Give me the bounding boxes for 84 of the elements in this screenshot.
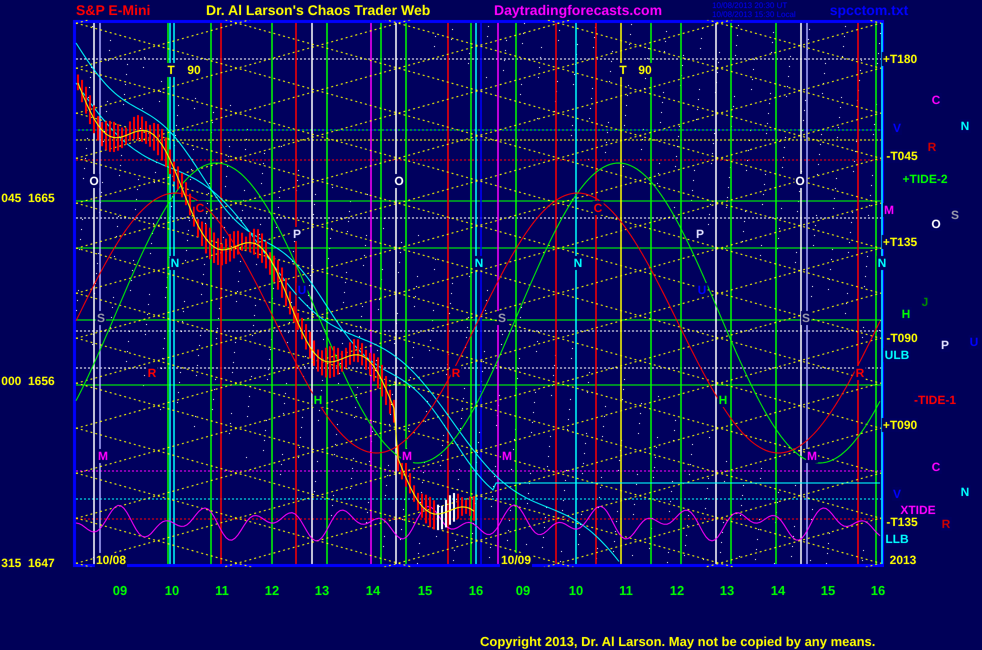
chart-marker-label: M [97, 449, 109, 463]
x-axis-label: 11 [215, 583, 229, 598]
chart-marker-label: C [194, 201, 206, 215]
level-label: J [920, 295, 930, 309]
chart-marker-label: 90 [637, 63, 653, 77]
chart-marker-label: R [146, 366, 158, 380]
chart-marker-label: M [401, 449, 413, 463]
level-label: XTIDE [899, 503, 937, 517]
chart-marker-label: N [474, 256, 484, 270]
level-label: H [900, 307, 912, 321]
copyright-notice: Copyright 2013, Dr. Al Larson. May not be copied by any means. [480, 634, 876, 649]
x-axis-label: 14 [366, 583, 380, 598]
level-label: U [968, 335, 980, 349]
x-axis-label: 12 [670, 583, 684, 598]
file-name: spcctom.txt [830, 2, 908, 18]
chart-marker-label: O [794, 174, 806, 188]
chart-marker-label: N [572, 256, 584, 270]
chart-marker-label: M [806, 449, 818, 463]
chart-marker-label: O [88, 174, 100, 188]
chart-marker-label: M [501, 449, 513, 463]
chart-marker-label: 10/09 [500, 553, 532, 567]
chart-marker-label: R [854, 366, 866, 380]
level-label: R [940, 517, 952, 531]
level-label: V [892, 121, 902, 135]
instrument-title: S&P E-Mini [76, 2, 152, 18]
x-axis-label: 13 [720, 583, 734, 598]
level-label: LLB [884, 532, 910, 546]
level-label: -T135 [885, 515, 919, 529]
chart-marker-label: U [296, 283, 308, 297]
x-axis-label: 11 [619, 583, 633, 598]
level-label: +T135 [882, 235, 918, 249]
level-label: N [960, 485, 970, 499]
level-label: -T045 [885, 149, 919, 163]
chart-marker-label: T [618, 63, 628, 77]
chart-marker-label: P [695, 227, 705, 241]
x-axis-label: 15 [820, 583, 836, 598]
x-axis-label: 16 [870, 583, 886, 598]
level-label: -TIDE-1 [913, 393, 957, 407]
x-axis-label: 13 [314, 583, 330, 598]
chart-marker-label: H [718, 393, 728, 407]
page-title: Dr. Al Larson's Chaos Trader Web [206, 2, 432, 18]
x-axis-label: 16 [468, 583, 484, 598]
y-axis-label: 315 1647 [0, 556, 56, 570]
x-axis-label: 09 [112, 583, 128, 598]
x-axis-label: 12 [264, 583, 280, 598]
y-axis-label: 045 1665 [0, 191, 56, 205]
chart-marker-label: R [450, 366, 462, 380]
chart-marker-label: P [292, 227, 302, 241]
chart-marker-label: H [312, 393, 324, 407]
timestamp: 10/08/2013 20:30 UT [712, 1, 788, 10]
chart-marker-label: S [96, 311, 106, 325]
level-label: N [960, 119, 970, 133]
level-label: +TIDE-2 [902, 172, 948, 186]
level-label: +T180 [882, 52, 918, 66]
level-label: O [930, 217, 942, 231]
chart-marker-label: O [393, 174, 405, 188]
x-axis-label: 15 [418, 583, 432, 598]
level-label: +T090 [882, 418, 918, 432]
chart-marker-label: S [801, 311, 811, 325]
level-label: C [930, 460, 942, 474]
chart-marker-label: C [592, 201, 604, 215]
site-link[interactable]: Daytradingforecasts.com [494, 2, 662, 18]
level-label: M [883, 203, 895, 217]
timestamp: 10/08/2013 15:30 Local [712, 10, 796, 19]
chart-marker-label: N [170, 256, 180, 270]
level-label: 2013 [888, 553, 918, 567]
chart-marker-label: 10/08 [94, 553, 128, 567]
chart-marker-label: T [166, 63, 176, 77]
chart-marker-label: U [696, 283, 708, 297]
level-label: -T090 [885, 331, 919, 345]
level-label: V [892, 487, 902, 501]
level-label: C [930, 93, 942, 107]
y-axis-label: 000 1656 [0, 374, 56, 388]
x-axis-label: 09 [516, 583, 530, 598]
chart-marker-label: S [497, 311, 507, 325]
level-label: ULB [884, 348, 910, 362]
x-axis-label: 14 [770, 583, 786, 598]
level-label: S [950, 208, 960, 222]
level-label: R [926, 140, 938, 154]
level-label: P [940, 338, 950, 352]
x-axis-label: 10 [568, 583, 584, 598]
chart-marker-label: 90 [186, 63, 202, 77]
chart-marker-label: N [876, 256, 888, 270]
x-axis-label: 10 [164, 583, 180, 598]
